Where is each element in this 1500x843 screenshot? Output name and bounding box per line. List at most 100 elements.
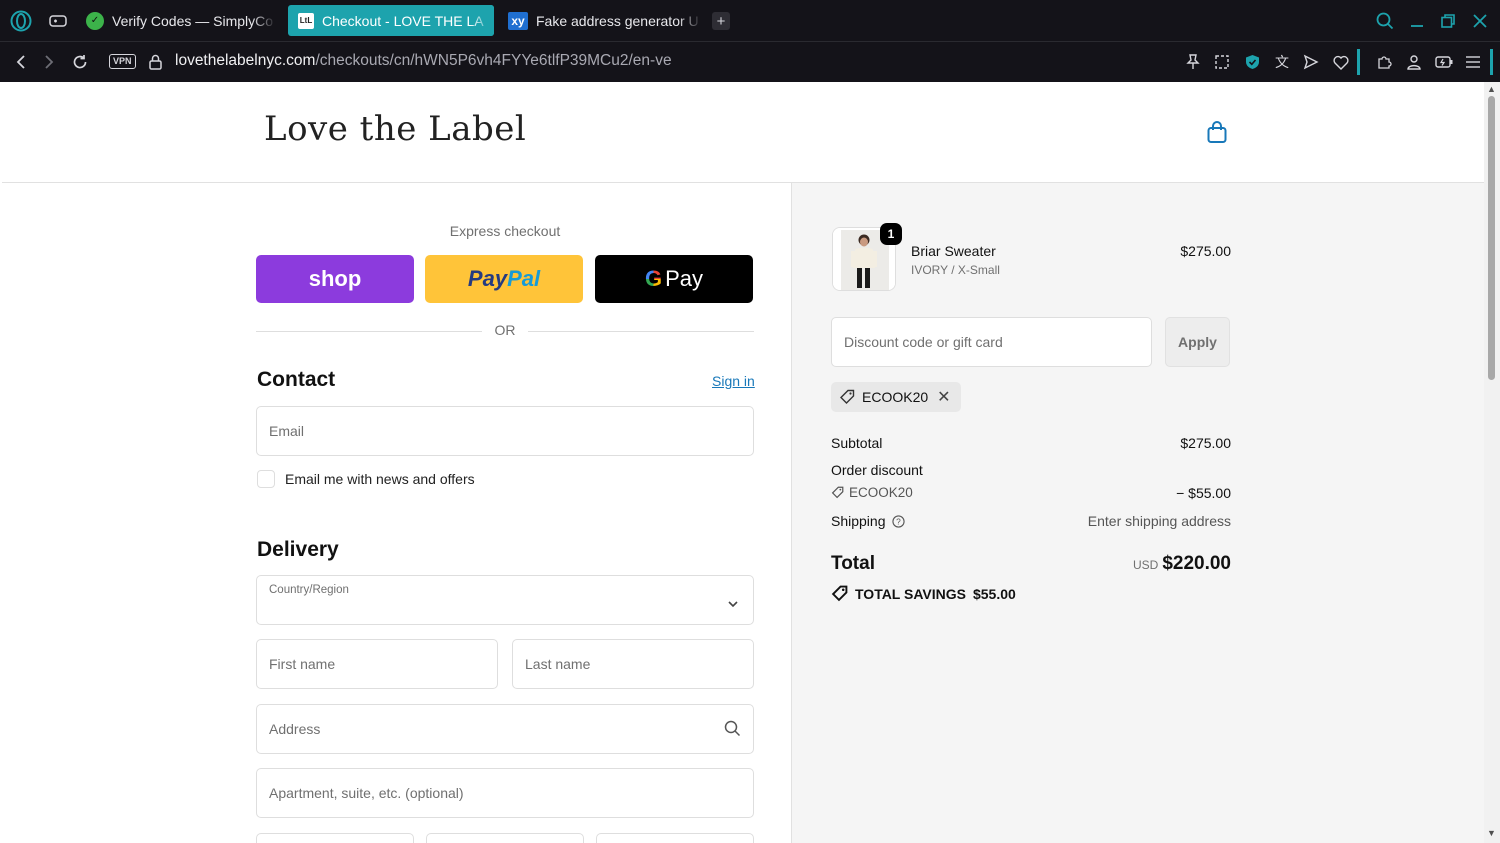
address-field[interactable]: Address [256, 704, 754, 754]
tab-title: Verify Codes — SimplyCo [112, 12, 274, 29]
shop-pay-button[interactable]: shop [256, 255, 414, 303]
extensions-icon[interactable] [1375, 53, 1393, 71]
tab-checkout[interactable]: LtL Checkout - LOVE THE LA [288, 5, 494, 36]
or-label: OR [494, 322, 516, 338]
or-divider: OR [256, 322, 754, 342]
lock-icon[interactable] [147, 52, 163, 72]
tab-fake-address[interactable]: xy Fake address generator U [498, 5, 702, 36]
minimize-icon[interactable] [1406, 10, 1428, 32]
translate-icon[interactable]: 文 [1272, 53, 1292, 71]
search-icon[interactable] [1374, 10, 1396, 32]
help-icon[interactable]: ? [891, 514, 905, 528]
total-label: Total [831, 553, 875, 574]
url-path: /checkouts/cn/hWN5P6vh4FYYe6tlfP39MCu2/e… [315, 52, 672, 69]
pin-icon[interactable] [1184, 53, 1202, 71]
send-icon[interactable] [1302, 53, 1320, 71]
reload-icon[interactable] [70, 52, 90, 72]
sidebar-edge [1490, 49, 1493, 75]
total-value: $220.00 [1162, 553, 1231, 574]
svg-text:?: ? [896, 516, 901, 526]
xy-icon: xy [508, 11, 528, 30]
discount-placeholder: Discount code or gift card [844, 334, 1003, 350]
total-savings: TOTAL SAVINGS $55.00 [831, 585, 1023, 602]
apply-discount-button[interactable]: Apply [1165, 317, 1230, 367]
quantity-badge: 1 [880, 223, 902, 245]
shipping-label: Shipping [831, 513, 886, 529]
product-price: $275.00 [1180, 243, 1231, 259]
google-g-icon: G [644, 266, 663, 291]
chevron-down-icon [727, 595, 739, 613]
apartment-placeholder: Apartment, suite, etc. (optional) [269, 785, 464, 801]
tab-fade [678, 5, 702, 36]
scroll-down-icon[interactable]: ▼ [1487, 828, 1496, 838]
tab-title: Fake address generator U [536, 12, 699, 29]
google-pay-button[interactable]: G Pay [595, 255, 753, 303]
apartment-field[interactable]: Apartment, suite, etc. (optional) [256, 768, 754, 818]
new-tab-icon[interactable]: + [712, 12, 730, 30]
paypal-button[interactable]: Pay Pal [425, 255, 583, 303]
snapshot-icon[interactable] [1213, 53, 1231, 71]
remove-discount-icon[interactable]: ✕ [937, 387, 950, 407]
shipping-value: Enter shipping address [1087, 513, 1231, 529]
gamepad-icon[interactable] [48, 12, 68, 30]
first-name-placeholder: First name [269, 656, 336, 672]
applied-discount-chip: ECOOK20 ✕ [831, 382, 961, 412]
opera-logo-icon[interactable] [9, 9, 33, 33]
search-icon [724, 720, 741, 742]
total-currency: USD [1132, 558, 1159, 572]
email-field[interactable]: Email [256, 406, 754, 456]
last-name-field[interactable]: Last name [512, 639, 754, 689]
shield-icon[interactable] [1243, 53, 1261, 71]
sign-in-link[interactable]: Sign in [712, 373, 755, 389]
tab-verify-codes[interactable]: ✓ Verify Codes — SimplyCo [76, 5, 276, 36]
close-icon[interactable] [1469, 10, 1491, 32]
store-logo[interactable]: Love the Label [264, 109, 526, 149]
sidebar-divider [1357, 49, 1360, 75]
tab-bar: ✓ Verify Codes — SimplyCo LtL Checkout -… [0, 0, 1500, 41]
or-line-right [528, 331, 754, 332]
battery-saver-icon[interactable] [1434, 53, 1454, 71]
url-text[interactable]: lovethelabelnyc.com/checkouts/cn/hWN5P6v… [175, 52, 672, 70]
newsletter-checkbox[interactable] [257, 470, 275, 488]
tab-fade [470, 5, 494, 36]
discount-code-row: ECOOK20 [831, 485, 913, 500]
product-variant: IVORY / X-Small [911, 263, 1000, 277]
vpn-badge[interactable]: VPN [109, 54, 136, 69]
tag-icon [839, 389, 855, 405]
address-bar: VPN lovethelabelnyc.com/checkouts/cn/hWN… [0, 41, 1500, 82]
restore-icon[interactable] [1437, 10, 1459, 32]
scroll-thumb[interactable] [1488, 96, 1495, 380]
address-placeholder: Address [269, 721, 321, 737]
savings-value: $55.00 [972, 585, 1016, 602]
product-name: Briar Sweater [911, 243, 996, 259]
newsletter-label: Email me with news and offers [285, 471, 475, 487]
applied-code-label: ECOOK20 [862, 389, 929, 405]
back-icon[interactable] [12, 52, 30, 72]
subtotal-label: Subtotal [831, 435, 883, 451]
order-summary: 1 Briar Sweater IVORY / X-Small $275.00 … [791, 183, 1484, 843]
check-circle-icon: ✓ [86, 11, 104, 30]
first-name-field[interactable]: First name [256, 639, 498, 689]
country-select[interactable]: Country/Region [256, 575, 754, 625]
city-field[interactable] [256, 833, 414, 843]
tag-icon [831, 486, 844, 499]
zip-field[interactable] [596, 833, 754, 843]
heart-icon[interactable] [1332, 53, 1350, 71]
menu-icon[interactable] [1464, 53, 1482, 71]
tab-title: Checkout - LOVE THE LA [322, 12, 484, 29]
profile-icon[interactable] [1405, 53, 1423, 71]
paypal-label-pay: Pay [467, 266, 508, 291]
forward-icon[interactable] [40, 52, 58, 72]
page-icon: LtL [298, 12, 314, 29]
delivery-title: Delivery [257, 538, 339, 561]
country-label: Country/Region [269, 584, 349, 596]
savings-tag-icon [831, 585, 848, 602]
checkout-page: Love the Label Express checkout shop Pay… [2, 82, 1484, 843]
tab-fade [252, 5, 276, 36]
page-scrollbar[interactable]: ▲ ▼ [1484, 82, 1500, 843]
discount-code-field[interactable]: Discount code or gift card [831, 317, 1152, 367]
shopping-bag-icon[interactable] [1206, 120, 1228, 149]
state-field[interactable] [426, 833, 584, 843]
scroll-up-icon[interactable]: ▲ [1487, 84, 1496, 94]
total-amount: USD $220.00 [1133, 553, 1231, 575]
